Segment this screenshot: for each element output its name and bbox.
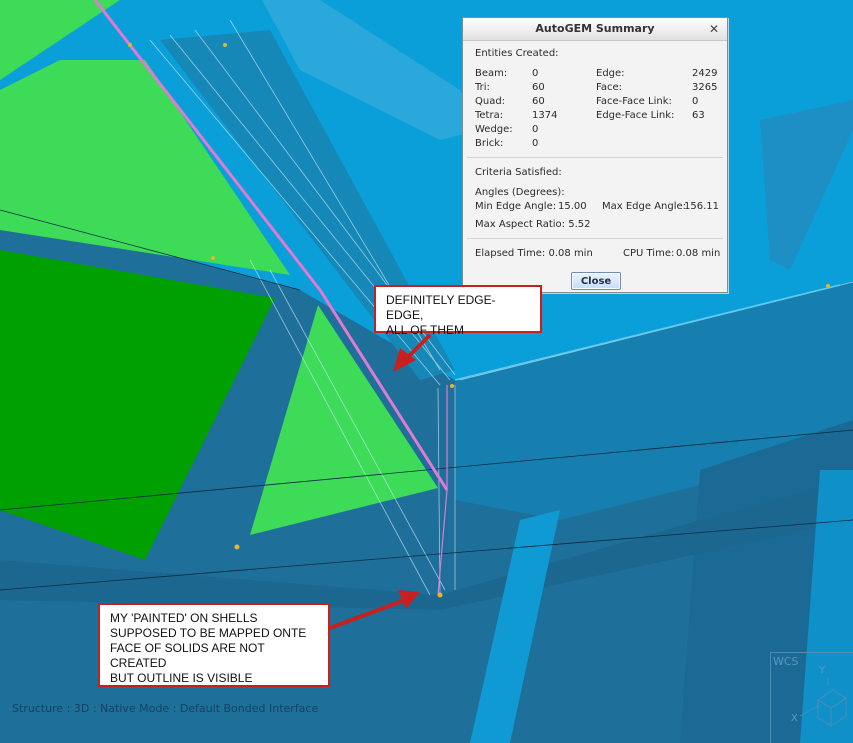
edge-angle-row: Min Edge Angle: 15.00 Max Edge Angle: 15… bbox=[475, 200, 719, 214]
annotation-edge-edge: DEFINITELY EDGE-EDGE, ALL OF THEM bbox=[374, 285, 542, 337]
face-label: Face: bbox=[596, 82, 622, 93]
time-section: Elapsed Time: 0.08 min CPU Time: 0.08 mi… bbox=[463, 241, 727, 265]
max-edge-angle-label: Max Edge Angle: bbox=[602, 201, 687, 212]
edge-face-link-value: 63 bbox=[692, 110, 705, 121]
wcs-label: WCS bbox=[773, 655, 799, 668]
entities-label: Entities Created: bbox=[475, 48, 559, 59]
min-edge-angle-label: Min Edge Angle: bbox=[475, 201, 557, 212]
time-row: Elapsed Time: 0.08 min CPU Time: 0.08 mi… bbox=[475, 247, 720, 261]
callout-text-line: FACE OF SOLIDS ARE NOT CREATED bbox=[110, 641, 265, 670]
close-button[interactable]: Close bbox=[571, 272, 621, 290]
cpu-time-value: 0.08 min bbox=[676, 248, 721, 259]
autogem-summary-dialog: AutoGEM Summary ✕ Entities Created: Beam… bbox=[462, 17, 728, 293]
quad-label: Quad: bbox=[475, 96, 506, 107]
status-text: Structure : 3D : Native Mode : Default B… bbox=[12, 702, 319, 715]
beam-label: Beam: bbox=[475, 68, 508, 79]
tri-value: 60 bbox=[532, 82, 545, 93]
dialog-title-bar[interactable]: AutoGEM Summary ✕ bbox=[463, 18, 727, 41]
wedge-label: Wedge: bbox=[475, 124, 513, 135]
aspect-row: Max Aspect Ratio: 5.52 bbox=[475, 218, 715, 232]
face-face-link-label: Face-Face Link: bbox=[596, 96, 672, 107]
tetra-label: Tetra: bbox=[475, 110, 504, 121]
criteria-label: Criteria Satisfied: bbox=[475, 167, 562, 178]
beam-value: 0 bbox=[532, 68, 539, 79]
wcs-x-label: X bbox=[791, 713, 798, 724]
face-value: 3265 bbox=[692, 82, 718, 93]
max-edge-angle-value: 156.11 bbox=[684, 201, 719, 212]
wedge-value: 0 bbox=[532, 124, 539, 135]
close-icon[interactable]: ✕ bbox=[707, 18, 721, 40]
wcs-y-label: Y bbox=[819, 665, 826, 676]
edge-label: Edge: bbox=[596, 68, 625, 79]
entities-section: Entities Created: Beam: 0 Tri: 60 Quad: … bbox=[463, 41, 727, 155]
min-edge-angle-value: 15.00 bbox=[558, 201, 587, 212]
max-aspect-ratio-value: 5.52 bbox=[568, 219, 591, 230]
max-aspect-ratio-label: Max Aspect Ratio: bbox=[475, 219, 566, 230]
callout-text-line: DEFINITELY EDGE-EDGE, bbox=[386, 293, 496, 322]
callout-text-line: MY 'PAINTED' ON SHELLS bbox=[110, 611, 258, 625]
elapsed-time-value: 0.08 min bbox=[548, 248, 593, 259]
elapsed-time-label: Elapsed Time: bbox=[475, 248, 546, 259]
callout-text-line: ALL OF THEM bbox=[386, 323, 465, 337]
angles-label: Angles (Degrees): bbox=[475, 187, 565, 198]
divider bbox=[467, 157, 723, 158]
face-face-link-value: 0 bbox=[692, 96, 699, 107]
brick-label: Brick: bbox=[475, 138, 504, 149]
quad-value: 60 bbox=[532, 96, 545, 107]
tri-label: Tri: bbox=[475, 82, 490, 93]
brick-value: 0 bbox=[532, 138, 539, 149]
callout-text-line: SUPPOSED TO BE MAPPED ONTE bbox=[110, 626, 307, 640]
tetra-value: 1374 bbox=[532, 110, 558, 121]
wcs-indicator: WCS Y X bbox=[770, 652, 853, 743]
callout-text-line: BUT OUTLINE IS VISIBLE bbox=[110, 671, 253, 685]
entities-grid: Beam: 0 Tri: 60 Quad: 60 Tetra: 1374 Wed… bbox=[475, 67, 718, 151]
dialog-title: AutoGEM Summary bbox=[535, 22, 655, 35]
criteria-section: Criteria Satisfied: Angles (Degrees): Mi… bbox=[463, 160, 727, 236]
edge-value: 2429 bbox=[692, 68, 718, 79]
cpu-time-label: CPU Time: bbox=[623, 248, 675, 259]
annotation-painted-shells: MY 'PAINTED' ON SHELLS SUPPOSED TO BE MA… bbox=[98, 603, 330, 687]
divider bbox=[467, 238, 723, 239]
edge-face-link-label: Edge-Face Link: bbox=[596, 110, 675, 121]
